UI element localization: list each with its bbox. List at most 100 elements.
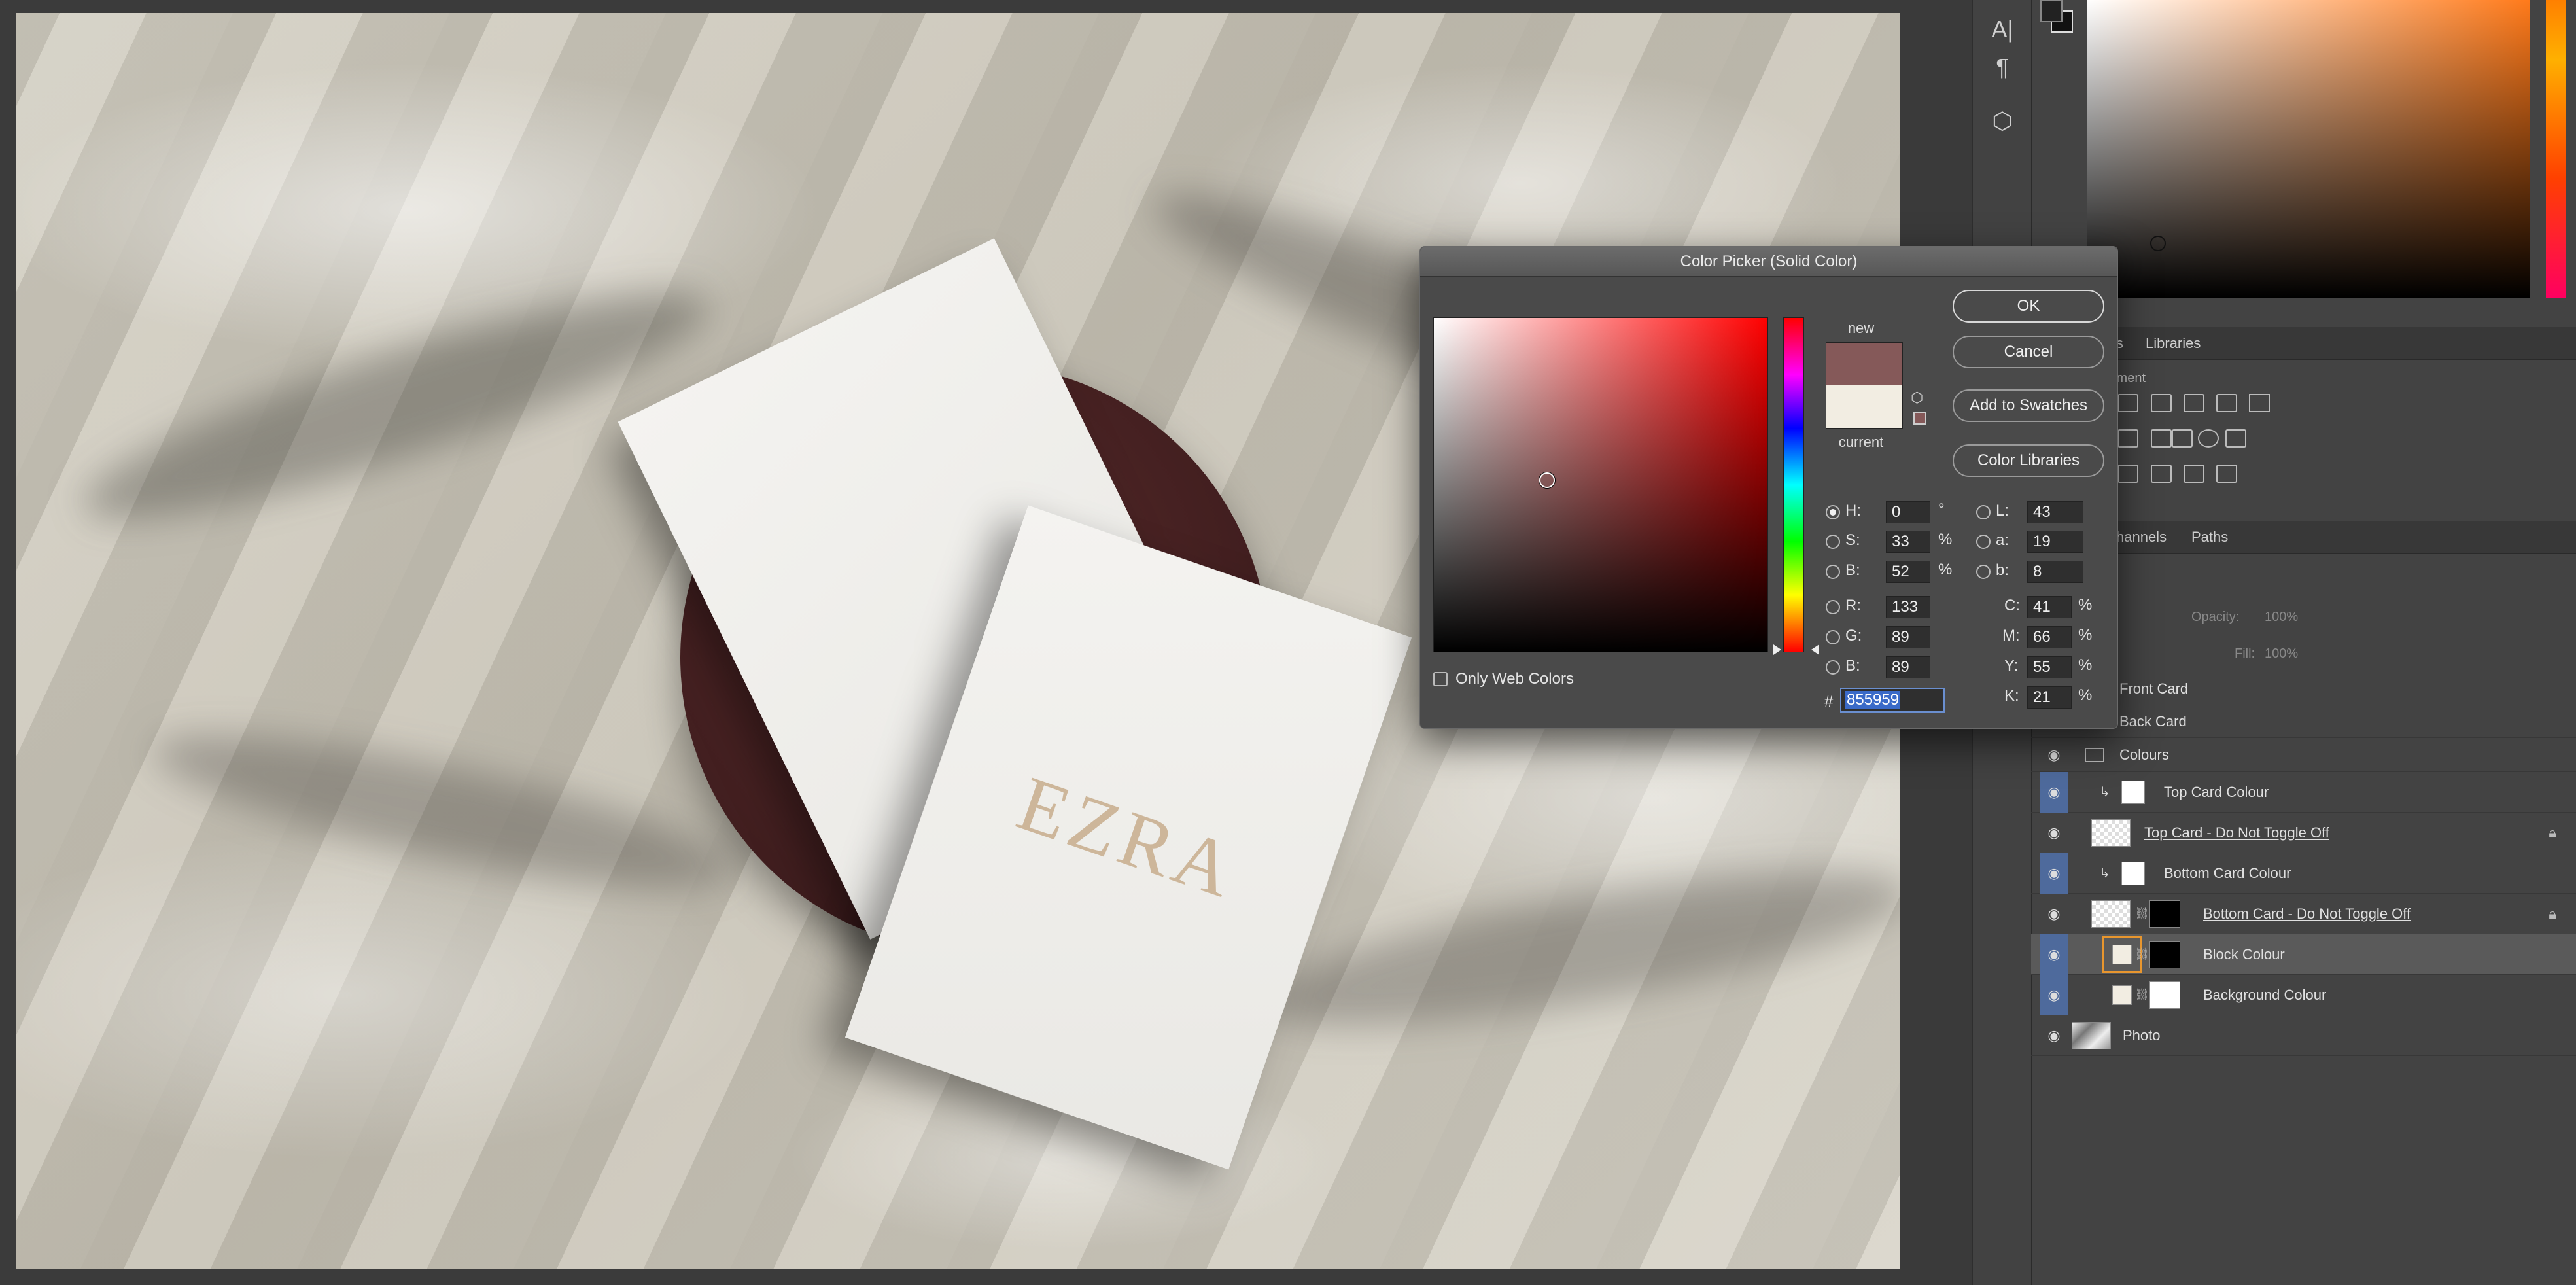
hue-saturation-icon[interactable] — [2117, 429, 2138, 448]
levels-icon[interactable] — [2151, 394, 2172, 412]
visibility-eye-icon[interactable]: ◉ — [2040, 894, 2068, 934]
layer-row-selected[interactable]: ◉ ⛓ Block Colour — [2031, 934, 2576, 975]
layer-row[interactable]: ◉ ↳ Top Card Colour — [2031, 772, 2576, 813]
text-vertical-icon[interactable]: A| — [1986, 13, 2019, 46]
layer-name: Front Card — [2119, 680, 2189, 697]
link-icon[interactable]: ⛓ — [2134, 988, 2150, 1002]
curves-icon[interactable] — [2184, 394, 2204, 412]
tab-paths[interactable]: Paths — [2191, 521, 2228, 554]
cancel-button[interactable]: Cancel — [1953, 336, 2104, 368]
saturation-brightness-field[interactable] — [1433, 317, 1768, 652]
radio-brightness[interactable] — [1826, 565, 1840, 579]
layer-mask-thumbnail — [2149, 940, 2180, 968]
hue-slider[interactable] — [1783, 317, 1804, 652]
web-safe-swatch-icon[interactable] — [1913, 412, 1926, 425]
layer-row[interactable]: ◉ ↳ Bottom Card Colour — [2031, 853, 2576, 894]
color-panel-hue-slider[interactable] — [2546, 0, 2566, 298]
radio-b-lab[interactable] — [1976, 565, 1991, 579]
hue-slider-right-arrow[interactable] — [1811, 644, 1819, 655]
add-to-swatches-button[interactable]: Add to Swatches — [1953, 389, 2104, 422]
input-r[interactable]: 133 — [1886, 596, 1930, 618]
input-y[interactable]: 55 — [2027, 656, 2072, 678]
visibility-eye-icon[interactable]: ◉ — [2040, 813, 2068, 853]
label-c: C: — [2004, 597, 2020, 614]
clip-arrow-icon: ↳ — [2099, 866, 2110, 881]
hex-value: 855959 — [1845, 691, 1901, 709]
radio-a[interactable] — [1976, 535, 1991, 549]
input-c[interactable]: 41 — [2027, 596, 2072, 618]
layer-thumbnail — [2112, 944, 2132, 964]
input-s[interactable]: 33 — [1886, 531, 1930, 553]
layer-row[interactable]: ◉ Photo — [2031, 1015, 2576, 1056]
fg-bg-color-swatches[interactable] — [2038, 0, 2077, 39]
layer-row[interactable]: ◉ Colours — [2031, 738, 2576, 772]
opacity-value[interactable]: 100% — [2265, 610, 2298, 625]
layer-mask-thumbnail — [2149, 981, 2180, 1009]
color-libraries-button[interactable]: Color Libraries — [1953, 444, 2104, 477]
hex-input[interactable]: 855959 — [1840, 688, 1945, 713]
layer-thumbnail — [2121, 780, 2145, 804]
foreground-swatch[interactable] — [2040, 0, 2063, 22]
layer-row[interactable]: ◉ Top Card - Do Not Toggle Off 🔒︎ — [2031, 813, 2576, 853]
input-k[interactable]: 21 — [2027, 686, 2072, 709]
only-web-colors-checkbox[interactable] — [1433, 672, 1448, 686]
label-m: M: — [2002, 627, 2020, 644]
channel-mixer-icon[interactable] — [2198, 429, 2219, 448]
input-b[interactable]: 52 — [1886, 561, 1930, 583]
visibility-eye-icon[interactable]: ◉ — [2040, 738, 2068, 772]
3d-cube-icon[interactable]: ⬡ — [1986, 105, 2019, 137]
posterize-icon[interactable] — [2151, 465, 2172, 483]
fill-value[interactable]: 100% — [2265, 646, 2298, 661]
input-g[interactable]: 89 — [1886, 626, 1930, 648]
layer-name: Bottom Card Colour — [2164, 864, 2291, 881]
layer-row[interactable]: ◉ ⛓ Bottom Card - Do Not Toggle Off 🔒︎ — [2031, 894, 2576, 934]
radio-hue[interactable] — [1826, 505, 1840, 519]
input-blue[interactable]: 89 — [1886, 656, 1930, 678]
photo-filter-icon[interactable] — [2172, 429, 2193, 448]
tab-channels[interactable]: hannels — [2116, 521, 2167, 554]
label-r: R: — [1845, 597, 1861, 614]
threshold-icon[interactable] — [2184, 465, 2204, 483]
label-h: H: — [1845, 502, 1861, 519]
dialog-title: Color Picker (Solid Color) — [1420, 247, 2117, 277]
only-web-colors-label: Only Web Colors — [1455, 670, 1574, 688]
layer-row[interactable]: ◉ ⛓ Background Colour — [2031, 975, 2576, 1015]
radio-saturation[interactable] — [1826, 535, 1840, 549]
link-icon[interactable]: ⛓ — [2134, 907, 2150, 921]
gradient-map-icon[interactable] — [2216, 465, 2237, 483]
color-balance-icon[interactable] — [2151, 429, 2172, 448]
ok-button[interactable]: OK — [1953, 290, 2104, 323]
vibrance-icon[interactable] — [2249, 394, 2270, 412]
input-b-lab[interactable]: 8 — [2027, 561, 2083, 583]
input-a[interactable]: 19 — [2027, 531, 2083, 553]
radio-blue[interactable] — [1826, 660, 1840, 675]
visibility-eye-icon[interactable]: ◉ — [2040, 772, 2068, 813]
visibility-eye-icon[interactable]: ◉ — [2040, 975, 2068, 1015]
input-m[interactable]: 66 — [2027, 626, 2072, 648]
tab-libraries[interactable]: Libraries — [2146, 327, 2201, 360]
input-l[interactable]: 43 — [2027, 501, 2083, 523]
color-lookup-icon[interactable] — [2225, 429, 2246, 448]
paragraph-icon[interactable]: ¶ — [1986, 51, 2019, 84]
radio-lightness[interactable] — [1976, 505, 1991, 519]
hue-slider-left-arrow[interactable] — [1773, 644, 1781, 655]
color-picker-ring[interactable] — [1539, 472, 1555, 488]
color-panel-field[interactable] — [2087, 0, 2530, 298]
folder-icon — [2085, 747, 2104, 762]
visibility-eye-icon[interactable]: ◉ — [2040, 1015, 2068, 1056]
current-color-swatch[interactable] — [1826, 385, 1903, 429]
invert-icon[interactable] — [2117, 465, 2138, 483]
radio-red[interactable] — [1826, 600, 1840, 614]
unit-percent: % — [1938, 531, 1953, 548]
layer-mask-thumbnail — [2149, 900, 2180, 928]
radio-green[interactable] — [1826, 630, 1840, 644]
link-icon[interactable]: ⛓ — [2134, 947, 2150, 961]
exposure-icon[interactable] — [2216, 394, 2237, 412]
layer-name: Photo — [2123, 1027, 2161, 1044]
visibility-eye-icon[interactable]: ◉ — [2040, 934, 2068, 975]
fill-label: Fill: — [2235, 646, 2255, 661]
input-h[interactable]: 0 — [1886, 501, 1930, 523]
brightness-icon[interactable] — [2117, 394, 2138, 412]
visibility-eye-icon[interactable]: ◉ — [2040, 853, 2068, 894]
out-of-gamut-cube-icon[interactable]: ⬡ — [1911, 389, 1923, 406]
